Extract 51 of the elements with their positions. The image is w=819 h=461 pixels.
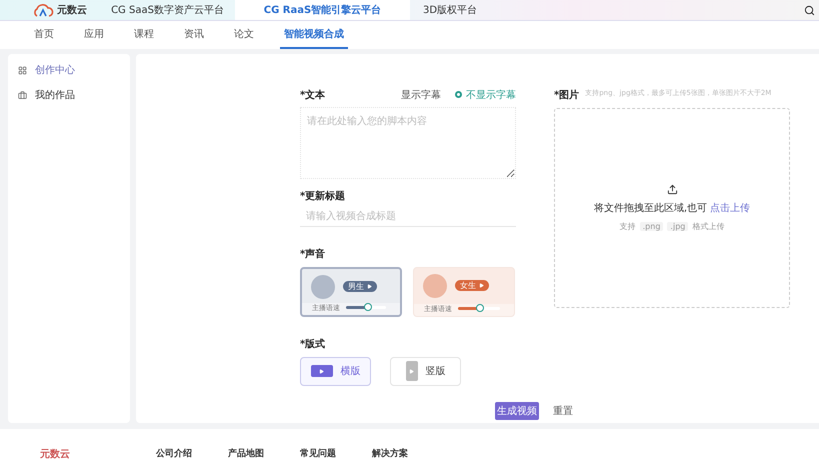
speed-slider-thumb[interactable] [476,304,484,312]
support-text: 支持 [620,220,636,232]
sidebar-item[interactable]: 创作中心 [35,63,75,78]
play-icon [367,284,372,290]
video-play-icon [406,361,418,382]
speed-slider-thumb[interactable] [364,303,372,312]
speed-slider-track[interactable] [346,306,386,310]
briefcase-icon [18,90,27,100]
cloud-logo-icon [32,3,54,18]
video-play-icon [310,365,332,378]
format-tag: .jpg [667,222,688,231]
nav-tab[interactable]: 首页 [30,21,58,49]
layout-option[interactable]: 横版 [300,356,371,386]
upload-drop-zone[interactable]: 将文件拖拽至此区域,也可 点击上传 支持 .png .jpg 格式上传 [554,108,790,308]
avatar-circle [311,274,335,299]
field-label: *声音 [300,247,326,261]
subtitle-radio[interactable]: 显示字幕 [401,88,441,102]
field-label: *文本 [300,88,326,102]
field-label: *版式 [300,338,326,351]
nav-tab[interactable]: 应用 [80,21,108,49]
voice-tag[interactable]: 男生 [343,281,377,292]
platform-tab[interactable]: CG RaaS智能引擎云平台 [235,0,410,20]
search-icon[interactable] [804,4,815,16]
format-tag: .png [640,222,664,231]
nav-tab[interactable]: 智能视频合成 [280,21,348,49]
drop-instruction-text: 将文件拖拽至此区域,也可 点击上传 [594,202,750,215]
grid-icon [18,66,27,75]
script-text-area[interactable]: 请在此处输入您的脚本内容 [300,106,516,179]
speed-slider-track[interactable] [458,307,500,310]
sidebar-item[interactable]: 我的作品 [35,88,75,102]
platform-tab[interactable]: 3D版权平台 [410,0,490,20]
footer-link[interactable]: 常见问题 [300,447,336,460]
nav-tab[interactable]: 课程 [130,21,158,49]
nav-tab[interactable]: 论文 [230,21,258,49]
footer-link[interactable]: 解决方案 [372,447,408,460]
footer-logo-text: 元数云 [40,448,71,461]
play-icon [479,283,484,288]
generate-video-button[interactable]: 生成视频 [495,402,539,420]
upload-icon [666,184,678,195]
layout-option[interactable]: 竖版 [390,356,461,386]
field-label: *更新标题 [300,189,346,203]
logo-text: 元数云 [57,4,87,18]
field-label: *图片 [554,88,580,102]
avatar-circle [423,274,447,298]
upload-link[interactable]: 点击上传 [710,202,750,214]
footer-link[interactable]: 公司介绍 [156,447,192,460]
reset-button[interactable]: 重置 [553,404,573,418]
support-text: 格式上传 [692,220,724,232]
platform-tab[interactable]: CG SaaS数字资产云平台 [100,0,235,20]
footer-link[interactable]: 产品地图 [228,447,264,460]
nav-tab[interactable]: 资讯 [180,21,208,49]
